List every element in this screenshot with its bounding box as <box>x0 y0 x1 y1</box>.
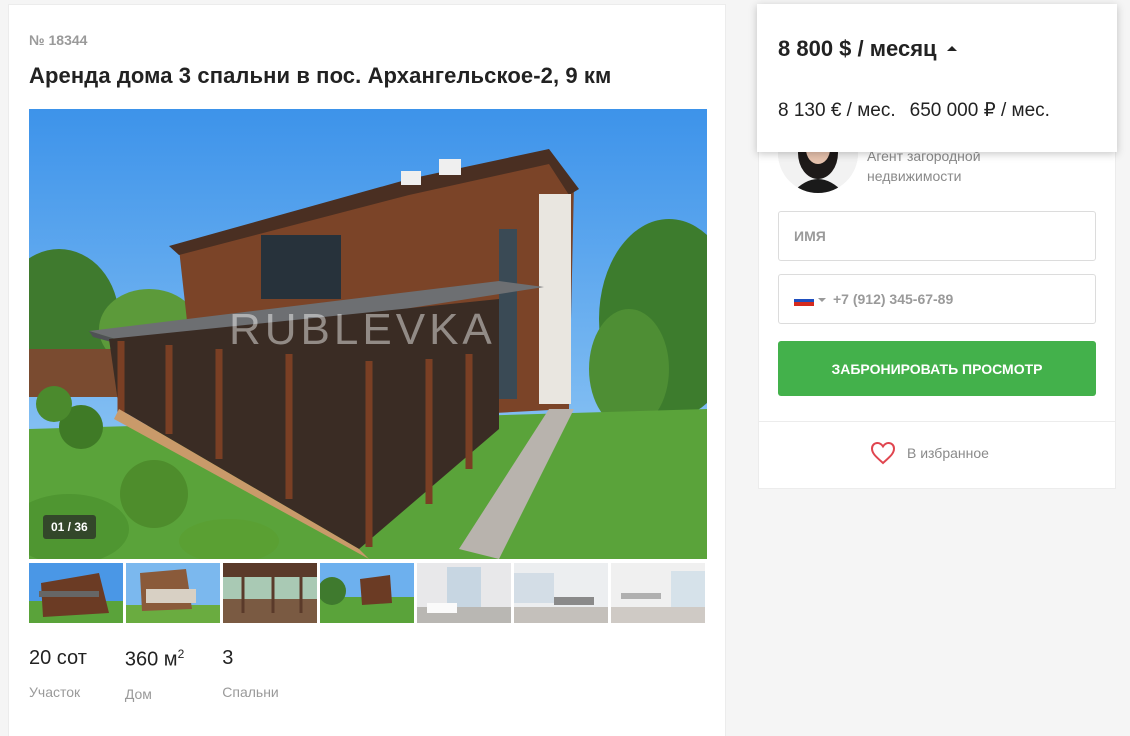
photo-thumbnails <box>29 563 707 623</box>
photo-watermark: RUBLEVKA <box>229 305 496 354</box>
price-rub: 650 000 ₽ / мес. <box>909 100 1050 121</box>
stat-value: 3 <box>222 647 234 669</box>
thumbnail[interactable] <box>320 563 414 623</box>
stat-house: 360 м2 Дом <box>125 647 184 702</box>
thumbnail[interactable] <box>223 563 317 623</box>
price-main[interactable]: 8 800 $ / месяц <box>778 36 957 62</box>
thumbnail[interactable] <box>126 563 220 623</box>
chevron-down-icon[interactable] <box>818 298 826 302</box>
stat-label: Участок <box>29 684 81 700</box>
book-viewing-button[interactable]: ЗАБРОНИРОВАТЬ ПРОСМОТР <box>778 341 1096 396</box>
agent-role: Агент загородной недвижимости <box>867 148 981 184</box>
stat-label: Дом <box>124 685 152 702</box>
russia-flag-icon[interactable] <box>794 295 814 306</box>
stat-value: 360 м2 <box>124 647 185 671</box>
thumbnail[interactable] <box>514 563 608 623</box>
favorites-label: В избранное <box>907 445 989 461</box>
phone-field[interactable] <box>778 274 1096 324</box>
thumbnail[interactable] <box>417 563 511 623</box>
stat-value: 20 сот <box>29 647 87 669</box>
photo-counter: 01 / 36 <box>43 515 96 539</box>
main-photo[interactable]: RUBLEVKA 01 / 36 <box>29 109 707 559</box>
heart-icon[interactable] <box>870 441 896 465</box>
caret-up-icon <box>946 46 957 51</box>
thumbnail[interactable] <box>29 563 123 623</box>
stat-plot: 20 сот Участок <box>29 647 87 702</box>
price-alternatives: 8 130 € / мес. 650 000 ₽ / мес. <box>778 99 1050 122</box>
price-eur: 8 130 € / мес. <box>778 100 896 121</box>
listing-card: № 18344 Аренда дома 3 спальни в пос. Арх… <box>8 4 726 736</box>
add-to-favorites[interactable]: В избранное <box>870 441 989 465</box>
listing-title: Аренда дома 3 спальни в пос. Архангельск… <box>29 63 612 88</box>
listing-number: № 18344 <box>29 32 88 48</box>
stat-label: Спальни <box>222 684 279 700</box>
divider <box>758 421 1116 422</box>
listing-stats: 20 сот Участок 360 м2 Дом 3 Спальни <box>29 647 317 702</box>
thumbnail[interactable] <box>611 563 705 623</box>
name-input[interactable] <box>778 211 1096 261</box>
phone-input[interactable] <box>833 275 1083 323</box>
price-dropdown[interactable]: 8 800 $ / месяц 8 130 € / мес. 650 000 ₽ … <box>757 4 1117 152</box>
stat-bedrooms: 3 Спальни <box>222 647 279 702</box>
